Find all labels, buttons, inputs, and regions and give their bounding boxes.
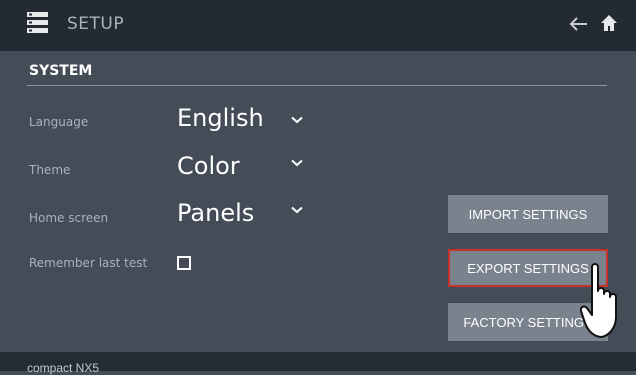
home-screen-label: Home screen xyxy=(29,211,109,225)
language-label: Language xyxy=(29,115,89,129)
import-settings-button[interactable]: IMPORT SETTINGS xyxy=(448,195,608,233)
theme-select[interactable]: Color xyxy=(177,152,240,180)
page-title: SETUP xyxy=(67,14,125,34)
footer: compact NX5 xyxy=(0,352,636,375)
language-select[interactable]: English xyxy=(177,104,264,132)
top-bar: SETUP xyxy=(0,0,636,51)
remember-last-test-checkbox[interactable] xyxy=(177,256,191,270)
arrow-left-icon[interactable] xyxy=(569,16,589,32)
pointing-hand-icon xyxy=(580,263,617,338)
chevron-down-icon[interactable] xyxy=(291,159,303,167)
menu-grid-icon[interactable] xyxy=(27,12,48,33)
section-title: SYSTEM xyxy=(29,63,93,79)
chevron-down-icon[interactable] xyxy=(291,116,303,124)
chevron-down-icon[interactable] xyxy=(291,206,303,214)
section-divider xyxy=(27,85,607,86)
device-name: compact NX5 xyxy=(27,361,100,375)
remember-last-test-label: Remember last test xyxy=(29,256,148,270)
home-icon[interactable] xyxy=(600,14,618,32)
home-screen-select[interactable]: Panels xyxy=(177,199,254,227)
theme-label: Theme xyxy=(29,163,71,177)
